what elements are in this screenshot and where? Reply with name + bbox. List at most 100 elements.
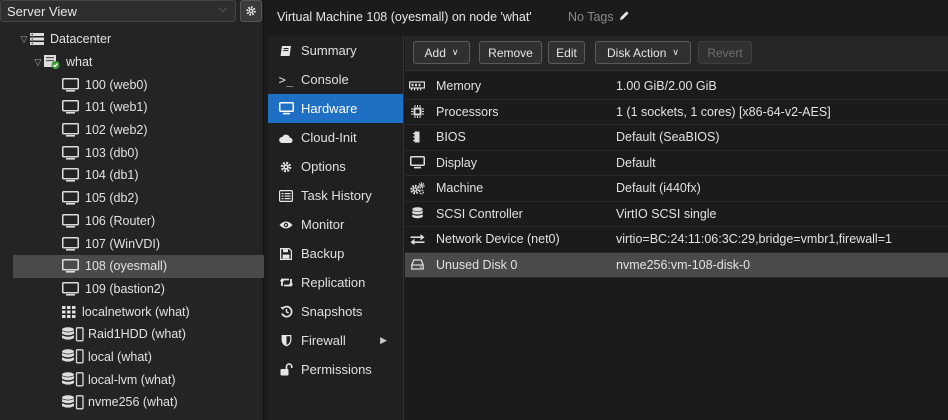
hardware-row-network-device[interactable]: Network Device (net0) virtio=BC:24:11:06… <box>405 227 948 253</box>
tree-node-label: Raid1HDD (what) <box>88 327 186 342</box>
nav-label: Monitor <box>301 217 345 232</box>
hardware-value: 1.00 GiB/2.00 GiB <box>616 79 717 94</box>
nav-label: Hardware <box>301 101 358 116</box>
retweet-icon <box>278 277 294 288</box>
summary-book-icon <box>278 45 294 57</box>
hardware-name: SCSI Controller <box>436 206 523 221</box>
tree-node-vm-108[interactable]: 108 (oyesmall) <box>13 254 264 278</box>
hdd-icon <box>409 259 425 270</box>
disk-action-button-label: Disk Action <box>607 45 667 60</box>
tree-node-storage-raid1hdd[interactable]: Raid1HDD (what) <box>0 323 264 346</box>
console-prompt-icon: >_ <box>278 72 294 87</box>
hardware-name: Unused Disk 0 <box>436 257 518 272</box>
nav-task-history[interactable]: Task History <box>268 181 403 210</box>
nav-label: Console <box>301 72 349 87</box>
hardware-value: Default <box>616 155 656 170</box>
tree-node-label: local-lvm (what) <box>88 372 176 387</box>
hardware-row-display[interactable]: Display Default <box>405 151 948 176</box>
nav-firewall[interactable]: Firewall ▶ <box>268 326 403 355</box>
tree-settings-button[interactable] <box>240 0 262 22</box>
node-icon <box>44 55 60 70</box>
tree-node-vm-105[interactable]: 105 (db2) <box>0 187 264 210</box>
submenu-arrow-icon: ▶ <box>380 335 387 345</box>
tree-node-vm-109[interactable]: 109 (bastion2) <box>0 278 264 301</box>
disk-action-button[interactable]: Disk Action ∨ <box>595 41 691 64</box>
chevron-down-icon: ∨ <box>451 47 459 57</box>
vm-navigation: Summary >_ Console Hardware Cloud-Init O… <box>268 36 404 420</box>
vm-icon <box>62 281 79 296</box>
view-select[interactable]: Server View ⌵ <box>0 0 236 22</box>
hardware-value: Default (i440fx) <box>616 181 701 196</box>
vm-icon <box>62 77 79 92</box>
tree-node-what[interactable]: ▽ what <box>0 51 264 74</box>
tree-node-label: 109 (bastion2) <box>85 281 165 296</box>
hardware-row-machine[interactable]: Machine Default (i440fx) <box>405 176 948 202</box>
add-button[interactable]: Add ∨ <box>413 41 470 64</box>
nav-snapshots[interactable]: Snapshots <box>268 297 403 326</box>
cpu-icon <box>409 105 425 119</box>
tree-node-storage-local[interactable]: local (what) <box>0 346 264 369</box>
tree-node-vm-102[interactable]: 102 (web2) <box>0 119 264 142</box>
bios-chip-icon <box>409 131 425 143</box>
hardware-name: Display <box>436 155 477 170</box>
nav-summary[interactable]: Summary <box>268 36 403 65</box>
vm-icon <box>62 168 79 183</box>
tree-node-label: localnetwork (what) <box>82 304 190 319</box>
tree-node-vm-106[interactable]: 106 (Router) <box>0 210 264 233</box>
storage-icon <box>62 349 86 364</box>
pencil-icon[interactable] <box>619 10 630 24</box>
nav-label: Task History <box>301 188 372 203</box>
tree-node-vm-104[interactable]: 104 (db1) <box>0 164 264 187</box>
vm-icon <box>62 213 79 228</box>
resource-tree-panel: Server View ⌵ ▽ Datacenter ▽ what 100 (w… <box>0 0 264 420</box>
nav-options[interactable]: Options <box>268 152 403 181</box>
hardware-value: nvme256:vm-108-disk-0 <box>616 257 751 272</box>
revert-button[interactable]: Revert <box>698 41 752 64</box>
tree-node-vm-101[interactable]: 101 (web1) <box>0 96 264 119</box>
tree-node-datacenter[interactable]: ▽ Datacenter <box>0 28 264 51</box>
hardware-toolbar: Add ∨ Remove Edit Disk Action ∨ Revert <box>405 36 948 71</box>
nav-replication[interactable]: Replication <box>268 268 403 297</box>
nav-label: Summary <box>301 43 357 58</box>
vm-icon <box>62 191 79 205</box>
tree-node-storage-local-lvm[interactable]: local-lvm (what) <box>0 368 264 391</box>
remove-button[interactable]: Remove <box>479 41 542 64</box>
nav-permissions[interactable]: Permissions <box>268 355 403 384</box>
tree-node-vm-100[interactable]: 100 (web0) <box>0 73 264 96</box>
hardware-row-scsi-controller[interactable]: SCSI Controller VirtIO SCSI single <box>405 202 948 227</box>
tree-node-vm-103[interactable]: 103 (db0) <box>0 141 264 164</box>
unlock-icon <box>278 363 294 376</box>
nav-label: Firewall <box>301 333 346 348</box>
tree-node-localnetwork[interactable]: localnetwork (what) <box>0 300 264 323</box>
hardware-row-unused-disk[interactable]: Unused Disk 0 nvme256:vm-108-disk-0 <box>405 252 948 278</box>
nav-label: Replication <box>301 275 366 290</box>
tree-node-label: 104 (db1) <box>85 168 139 183</box>
add-button-label: Add <box>424 45 446 60</box>
hardware-name: Machine <box>436 181 484 196</box>
storage-icon <box>62 326 86 342</box>
nav-console[interactable]: >_ Console <box>268 65 403 94</box>
tree-node-label: 105 (db2) <box>85 191 139 206</box>
nav-label: Cloud-Init <box>301 130 357 145</box>
nav-backup[interactable]: Backup <box>268 239 403 268</box>
hardware-row-processors[interactable]: Processors 1 (1 sockets, 1 cores) [x86-6… <box>405 100 948 125</box>
hardware-name: BIOS <box>436 130 466 145</box>
nav-hardware[interactable]: Hardware <box>268 94 403 123</box>
hardware-row-memory[interactable]: Memory 1.00 GiB/2.00 GiB <box>405 74 948 100</box>
tree-node-label: 102 (web2) <box>85 123 148 138</box>
collapse-icon[interactable]: ▽ <box>18 34 30 45</box>
edit-button[interactable]: Edit <box>548 41 585 64</box>
page-title: Virtual Machine 108 (oyesmall) on node '… <box>277 10 532 24</box>
memory-icon <box>409 81 425 91</box>
nav-cloud-init[interactable]: Cloud-Init <box>268 123 403 152</box>
hardware-panel: Add ∨ Remove Edit Disk Action ∨ Revert M… <box>405 36 948 420</box>
nav-monitor[interactable]: Monitor <box>268 210 403 239</box>
collapse-icon[interactable]: ▽ <box>32 57 44 68</box>
view-select-label: Server View <box>7 4 77 19</box>
tree-node-storage-nvme256[interactable]: nvme256 (what) <box>0 391 264 414</box>
hardware-row-bios[interactable]: BIOS Default (SeaBIOS) <box>405 125 948 151</box>
database-icon <box>409 207 425 220</box>
list-icon <box>278 189 294 202</box>
exchange-icon <box>409 233 425 245</box>
tree-node-vm-107[interactable]: 107 (WinVDI) <box>0 232 264 255</box>
